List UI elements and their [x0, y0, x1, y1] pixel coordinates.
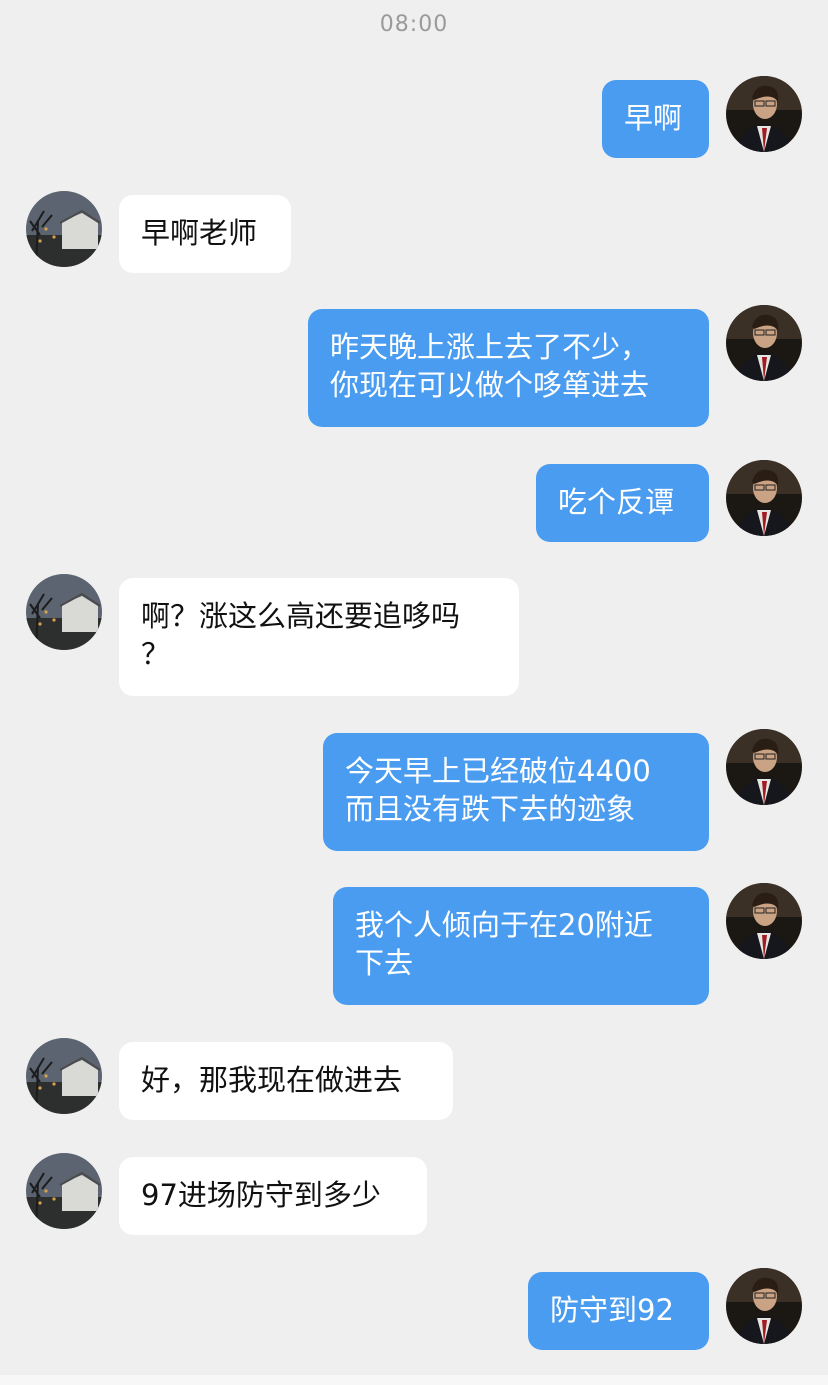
contact-avatar[interactable] [26, 1153, 102, 1229]
message-bubble-incoming[interactable]: 好，那我现在做进去 [119, 1042, 453, 1120]
message-bubble-outgoing[interactable]: 早啊 [602, 80, 709, 158]
house-at-dusk-avatar-icon [26, 574, 102, 650]
self-avatar[interactable] [726, 76, 802, 152]
chat-window: 08:00 早啊 早啊老师 昨天晚上涨上去了不少， 你现在可以做个哆箪进去 吃个… [0, 0, 828, 1385]
message-timestamp: 08:00 [379, 12, 449, 37]
message-bubble-outgoing[interactable]: 防守到92 [528, 1272, 709, 1350]
message-bubble-outgoing[interactable]: 昨天晚上涨上去了不少， 你现在可以做个哆箪进去 [308, 309, 709, 427]
contact-avatar[interactable] [26, 1038, 102, 1114]
house-at-dusk-avatar-icon [26, 191, 102, 267]
man-in-suit-avatar-icon [726, 305, 802, 381]
man-in-suit-avatar-icon [726, 460, 802, 536]
self-avatar[interactable] [726, 883, 802, 959]
house-at-dusk-avatar-icon [26, 1038, 102, 1114]
message-bubble-incoming[interactable]: 97进场防守到多少 [119, 1157, 427, 1235]
self-avatar[interactable] [726, 305, 802, 381]
message-bubble-outgoing[interactable]: 吃个反谭 [536, 464, 709, 542]
house-at-dusk-avatar-icon [26, 1153, 102, 1229]
self-avatar[interactable] [726, 729, 802, 805]
bottom-edge [0, 1375, 828, 1385]
contact-avatar[interactable] [26, 191, 102, 267]
man-in-suit-avatar-icon [726, 1268, 802, 1344]
message-bubble-incoming[interactable]: 早啊老师 [119, 195, 291, 273]
man-in-suit-avatar-icon [726, 883, 802, 959]
man-in-suit-avatar-icon [726, 729, 802, 805]
man-in-suit-avatar-icon [726, 76, 802, 152]
self-avatar[interactable] [726, 1268, 802, 1344]
message-bubble-outgoing[interactable]: 我个人倾向于在20附近 下去 [333, 887, 709, 1005]
message-bubble-incoming[interactable]: 啊？涨这么高还要追哆吗 ？ [119, 578, 519, 696]
message-bubble-outgoing[interactable]: 今天早上已经破位4400 而且没有跌下去的迹象 [323, 733, 709, 851]
contact-avatar[interactable] [26, 574, 102, 650]
self-avatar[interactable] [726, 460, 802, 536]
